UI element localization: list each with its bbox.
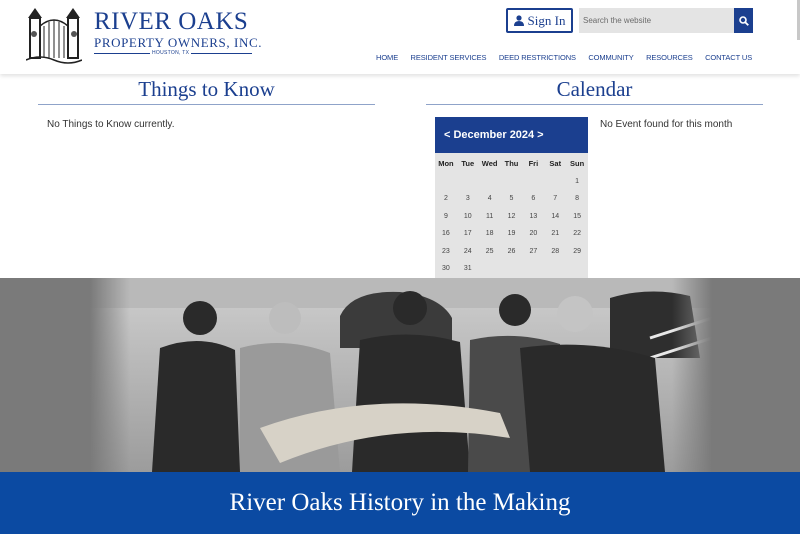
hero-section	[0, 278, 800, 472]
calendar-day[interactable]: 16	[435, 230, 457, 237]
calendar-day[interactable]: 10	[457, 213, 479, 220]
weekday-label: Sat	[549, 159, 562, 169]
calendar-grid: Mon Tue Wed Thu Fri Sat Sun 1 2 3 4 5 6 7 8 9 10 1…	[435, 153, 588, 280]
calendar-day[interactable]: 30	[435, 265, 457, 272]
nav-contact-us[interactable]: CONTACT US	[705, 53, 752, 62]
calendar-day[interactable]: 23	[435, 248, 457, 255]
things-to-know-title: Things to Know	[138, 77, 275, 101]
hero-banner-title: River Oaks History in the Making	[229, 489, 571, 516]
calendar-day[interactable]: 2	[435, 195, 457, 202]
things-empty-message: No Things to Know currently.	[47, 119, 175, 130]
calendar-day[interactable]: 20	[522, 230, 544, 237]
calendar-day[interactable]: 1	[566, 178, 588, 185]
historic-photo	[90, 278, 712, 472]
calendar-day[interactable]: 14	[544, 213, 566, 220]
sign-in-label: Sign In	[527, 12, 566, 28]
nav-resident-services[interactable]: RESIDENT SERVICES	[411, 53, 487, 62]
calendar-week-row: 23 24 25 26 27 28 29	[435, 243, 588, 261]
calendar-week-row: 16 17 18 19 20 21 22	[435, 225, 588, 243]
calendar-day[interactable]: 28	[544, 248, 566, 255]
calendar-month-label: December 2024	[453, 129, 535, 141]
calendar-day[interactable]: 21	[544, 230, 566, 237]
calendar-day[interactable]: 12	[501, 213, 523, 220]
calendar-day[interactable]: 17	[457, 230, 479, 237]
calendar-day[interactable]: 26	[501, 248, 523, 255]
calendar-header: < December 2024 >	[435, 117, 588, 153]
calendar-day[interactable]: 25	[479, 248, 501, 255]
calendar-day[interactable]: 15	[566, 213, 588, 220]
calendar-divider	[426, 104, 763, 105]
weekday-label: Wed	[481, 159, 498, 169]
weekday-label: Mon	[438, 159, 454, 169]
calendar-day[interactable]: 3	[457, 195, 479, 202]
nav-deed-restrictions[interactable]: DEED RESTRICTIONS	[499, 53, 576, 62]
gate-emblem-logo[interactable]	[26, 4, 82, 64]
nav-resources[interactable]: RESOURCES	[646, 53, 693, 62]
calendar-day[interactable]: 18	[479, 230, 501, 237]
calendar-day[interactable]: 27	[522, 248, 544, 255]
calendar-week-row: 2345678	[435, 190, 588, 208]
calendar-weeks: 1 2 3 4 5 6 7 8 9 10 11 12 13 14 15 16 17 18 19 20 21 22 23 24 2…	[435, 173, 588, 278]
calendar-day[interactable]: 24	[457, 248, 479, 255]
calendar-day[interactable]: 8	[566, 195, 588, 202]
main-nav: HOME RESIDENT SERVICES DEED RESTRICTIONS…	[376, 53, 765, 62]
calendar-week-row: 30 31	[435, 260, 588, 278]
person-icon	[513, 15, 524, 26]
calendar-next-button[interactable]: >	[537, 129, 543, 141]
calendar-day[interactable]: 19	[501, 230, 523, 237]
calendar-day[interactable]: 29	[566, 248, 588, 255]
calendar-day[interactable]: 11	[479, 213, 501, 220]
calendar-no-event-message: No Event found for this month	[600, 119, 733, 130]
logo-city: HOUSTON, TX	[150, 50, 192, 57]
logo-title[interactable]: RIVER OAKS	[94, 8, 248, 36]
weekday-label: Tue	[461, 159, 475, 169]
calendar-prev-button[interactable]: <	[444, 129, 450, 141]
calendar-title: Calendar	[556, 77, 633, 101]
things-to-know-divider	[38, 104, 375, 105]
calendar-day[interactable]: 4	[479, 195, 501, 202]
calendar-day[interactable]: 13	[522, 213, 544, 220]
calendar-day[interactable]: 31	[457, 265, 479, 272]
calendar-day[interactable]: 22	[566, 230, 588, 237]
search-button[interactable]	[734, 8, 753, 33]
calendar-day[interactable]: 9	[435, 213, 457, 220]
hero-banner: River Oaks History in the Making	[0, 472, 800, 534]
site-header: RIVER OAKS PROPERTY OWNERS, INC. HOUSTON…	[0, 0, 800, 74]
nav-home[interactable]: HOME	[376, 53, 398, 62]
weekday-label: Thu	[504, 159, 519, 169]
weekday-label: Fri	[528, 159, 539, 169]
sign-in-button[interactable]: Sign In	[506, 8, 573, 33]
search-input[interactable]	[579, 8, 734, 33]
calendar-day[interactable]: 5	[501, 195, 523, 202]
calendar-week-row: 1	[435, 173, 588, 191]
calendar-day[interactable]: 7	[544, 195, 566, 202]
logo-subtitle: PROPERTY OWNERS, INC.	[94, 35, 263, 50]
calendar-widget: < December 2024 > Mon Tue Wed Thu Fri Sa…	[435, 117, 588, 280]
nav-community[interactable]: COMMUNITY	[588, 53, 633, 62]
calendar-weekday-row: Mon Tue Wed Thu Fri Sat Sun	[435, 155, 588, 173]
calendar-week-row: 9 10 11 12 13 14 15	[435, 208, 588, 226]
search-icon	[738, 15, 749, 26]
weekday-label: Sun	[570, 159, 585, 169]
calendar-day[interactable]: 6	[522, 195, 544, 202]
